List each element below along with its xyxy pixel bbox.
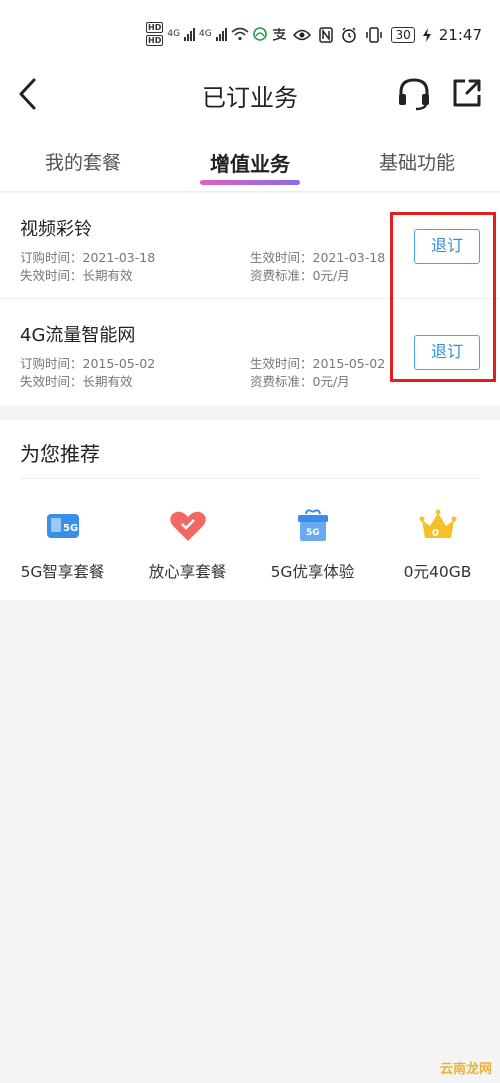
tab-value-added[interactable]: 增值业务: [167, 148, 333, 177]
battery-level: 30: [391, 27, 415, 43]
recommend-item-5g-plan[interactable]: 5G 5G智享套餐: [0, 508, 125, 582]
clock: 21:47: [438, 26, 482, 44]
status-right: 30 21:47: [293, 26, 482, 44]
fee-standard: 资费标准：0元/月: [250, 268, 350, 283]
svg-text:5G: 5G: [63, 523, 78, 534]
section-title: 为您推荐: [20, 442, 100, 466]
header: 已订业务: [0, 60, 500, 130]
eye-icon: [293, 29, 312, 41]
crown-icon: 0: [419, 509, 456, 539]
fee-standard: 资费标准：0元/月: [250, 374, 350, 389]
network-type-2: 4G: [199, 29, 212, 39]
charging-icon: [422, 28, 431, 42]
signal-icon-2: [215, 27, 227, 41]
status-bar: HD HD 4G 4G 30 21:47: [0, 0, 500, 60]
red-highlight-box: [390, 212, 496, 382]
active-tab-indicator: [200, 180, 300, 185]
customer-service-icon[interactable]: [396, 76, 432, 112]
watermark: 云南龙网: [439, 1062, 492, 1077]
recommend-label: 5G优享体验: [270, 563, 355, 581]
carrier-icon: [252, 27, 267, 41]
effective-time: 生效时间：2021-03-18: [250, 250, 386, 265]
wifi-icon: [231, 27, 249, 41]
recommend-label: 0元40GB: [403, 563, 472, 581]
share-icon[interactable]: [452, 78, 482, 108]
tab-bar: 我的套餐 增值业务 基础功能: [0, 130, 500, 192]
tab-basic-functions[interactable]: 基础功能: [334, 148, 500, 175]
nfc-icon: [319, 27, 334, 43]
recommend-item-5g-experience[interactable]: 5G 5G优享体验: [250, 508, 375, 582]
divider: [20, 478, 480, 479]
svg-text:0: 0: [432, 528, 439, 539]
sim-5g-icon: 5G: [46, 514, 79, 538]
alarm-icon: [342, 27, 357, 43]
recommend-section: 为您推荐 5G 5G智享套餐 放心享套餐 5G 5G优享体验 0 0元40GB: [0, 420, 500, 600]
expire-time: 失效时间：长期有效: [20, 268, 133, 283]
signal-icon: [184, 27, 196, 41]
expire-time: 失效时间：长期有效: [20, 374, 133, 389]
recommend-label: 5G智享套餐: [20, 563, 105, 581]
hd-indicator: HD HD: [146, 22, 164, 46]
network-type-1: 4G: [167, 29, 181, 39]
svg-text:5G: 5G: [306, 528, 320, 538]
service-name: 4G流量智能网: [20, 325, 136, 346]
order-time: 订购时间：2015-05-02: [20, 356, 156, 371]
vibrate-icon: [366, 27, 383, 43]
effective-time: 生效时间：2015-05-02: [250, 356, 386, 371]
service-name: 视频彩铃: [20, 219, 92, 240]
heart-icon: [169, 511, 206, 541]
recommend-label: 放心享套餐: [148, 563, 227, 581]
recommend-item-free-data[interactable]: 0 0元40GB: [375, 508, 500, 582]
alipay-icon: [272, 28, 286, 41]
order-time: 订购时间：2021-03-18: [20, 250, 156, 265]
recommend-item-worry-free[interactable]: 放心享套餐: [125, 508, 250, 582]
tab-my-plan[interactable]: 我的套餐: [0, 148, 166, 175]
status-left: HD HD 4G 4G: [146, 22, 287, 46]
gift-box-icon: 5G: [297, 509, 328, 541]
